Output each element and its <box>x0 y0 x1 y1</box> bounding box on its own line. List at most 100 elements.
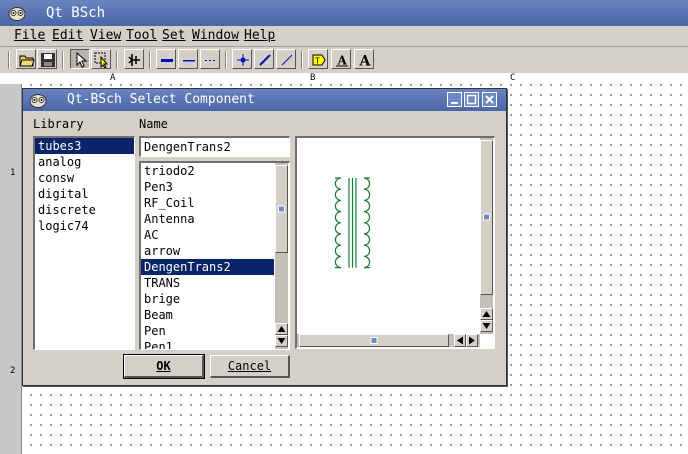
scrollbar-thumb[interactable] <box>299 334 449 347</box>
scroll-up-button[interactable] <box>275 323 288 335</box>
scroll-right-button[interactable] <box>466 334 478 347</box>
junction-tool-button[interactable] <box>232 49 252 69</box>
menu-file[interactable]: File <box>14 28 45 43</box>
menu-help[interactable]: Help <box>244 28 275 43</box>
comment-text-icon: A <box>359 54 372 69</box>
library-item[interactable]: digital <box>35 186 134 202</box>
maximize-button[interactable] <box>464 92 479 107</box>
maximize-icon <box>466 94 477 105</box>
component-item[interactable]: Pen1 <box>141 339 274 349</box>
arrow-left-icon <box>457 336 463 345</box>
ruler-col-a: A <box>110 73 116 83</box>
toolbar: T A A <box>0 47 688 74</box>
dash-tool-button[interactable] <box>200 49 220 69</box>
select-tool-button[interactable] <box>70 49 90 69</box>
wire-line-icon <box>183 60 195 62</box>
scroll-up-button[interactable] <box>480 308 493 320</box>
component-item[interactable]: triodo2 <box>141 163 274 179</box>
scroll-down-button[interactable] <box>275 335 288 347</box>
junction-icon <box>237 54 249 66</box>
svg-text:A: A <box>337 54 348 68</box>
arrow-right-icon <box>469 336 475 345</box>
comment-tool-button[interactable]: A <box>354 49 374 69</box>
app-title: Qt BSch <box>46 5 106 21</box>
svg-text:T: T <box>314 57 320 66</box>
toolbar-separator <box>62 51 64 69</box>
arrow-down-icon <box>277 338 286 344</box>
dialog-titlebar[interactable]: Qt-BSch Select Component <box>23 89 506 111</box>
component-list[interactable]: triodo2 Pen3 RF_Coil Antenna AC arrow De… <box>139 161 290 350</box>
scroll-down-button[interactable] <box>480 320 493 332</box>
primary-coil <box>334 177 342 269</box>
minimize-button[interactable] <box>447 92 462 107</box>
component-item[interactable]: Pen <box>141 323 274 339</box>
library-item[interactable]: analog <box>35 154 134 170</box>
scroll-left-button[interactable] <box>454 334 466 347</box>
minimize-icon <box>451 102 458 104</box>
component-item[interactable]: RF_Coil <box>141 195 274 211</box>
entry-tool-button[interactable] <box>276 49 296 69</box>
close-button[interactable] <box>482 92 497 107</box>
ruler-row-2: 2 <box>10 366 16 376</box>
component-item[interactable]: Beam <box>141 307 274 323</box>
library-item[interactable]: logic74 <box>35 218 134 234</box>
select-arrow-icon <box>76 52 88 68</box>
scrollbar-thumb[interactable] <box>275 165 288 253</box>
wire-tool-button[interactable] <box>178 49 198 69</box>
component-name-field[interactable]: DengenTrans2 <box>139 136 290 157</box>
symbol-preview <box>295 136 495 349</box>
app-owl-icon[interactable] <box>8 5 26 21</box>
open-button[interactable] <box>16 49 36 69</box>
drag-tool-button[interactable] <box>91 49 111 69</box>
component-item[interactable]: DengenTrans2 <box>141 259 274 275</box>
menu-bar: File Edit View Tool Set Window Help <box>0 26 688 47</box>
component-item[interactable]: TRANS <box>141 275 274 291</box>
save-button[interactable] <box>37 49 57 69</box>
ok-button[interactable]: OK <box>123 354 205 379</box>
ruler-col-b: B <box>310 73 316 83</box>
menu-edit[interactable]: Edit <box>52 28 83 43</box>
secondary-coil <box>363 177 371 269</box>
toolbar-separator <box>149 51 151 69</box>
transformer-symbol <box>334 177 371 269</box>
app-titlebar: Qt BSch <box>0 0 688 26</box>
component-item[interactable]: brige <box>141 291 274 307</box>
toolbar-separator <box>116 51 118 69</box>
menu-window[interactable]: Window <box>192 28 239 43</box>
close-icon <box>485 95 494 104</box>
menu-set[interactable]: Set <box>162 28 185 43</box>
label-tool-button[interactable]: A <box>331 49 351 69</box>
dialog-owl-icon <box>29 94 47 108</box>
select-component-dialog: Qt-BSch Select Component Library Name tu… <box>22 88 507 386</box>
component-icon <box>128 54 140 66</box>
component-tool-button[interactable] <box>124 49 144 69</box>
ruler-col-c: C <box>510 73 516 83</box>
menu-tool[interactable]: Tool <box>126 28 157 43</box>
component-item[interactable]: arrow <box>141 243 274 259</box>
library-list[interactable]: tubes3 analog consw digital discrete log… <box>33 136 135 350</box>
library-item[interactable]: discrete <box>35 202 134 218</box>
save-icon <box>41 53 55 67</box>
toolbar-separator <box>225 51 227 69</box>
preview-vscrollbar[interactable] <box>480 138 493 334</box>
library-item[interactable]: tubes3 <box>35 138 134 154</box>
library-item[interactable]: consw <box>35 170 134 186</box>
cancel-button[interactable]: Cancel <box>210 355 290 378</box>
preview-hscrollbar[interactable] <box>297 334 480 347</box>
component-item[interactable]: Pen3 <box>141 179 274 195</box>
row-ruler: 1 2 <box>0 84 22 454</box>
wire-draw-tool-button[interactable] <box>254 49 274 69</box>
label-icon: A <box>336 54 348 68</box>
component-item[interactable]: AC <box>141 227 274 243</box>
menu-view[interactable]: View <box>90 28 121 43</box>
grip-icon <box>278 205 285 213</box>
toolbar-handle[interactable] <box>8 51 10 69</box>
bus-tool-button[interactable] <box>156 49 176 69</box>
dashed-line-icon <box>205 60 217 61</box>
dialog-title: Qt-BSch Select Component <box>67 92 255 107</box>
scrollbar-thumb[interactable] <box>480 140 493 295</box>
component-list-scrollbar[interactable] <box>275 163 288 349</box>
tag-tool-button[interactable]: T <box>308 49 328 69</box>
wire-draw-icon <box>259 54 271 66</box>
component-item[interactable]: Antenna <box>141 211 274 227</box>
